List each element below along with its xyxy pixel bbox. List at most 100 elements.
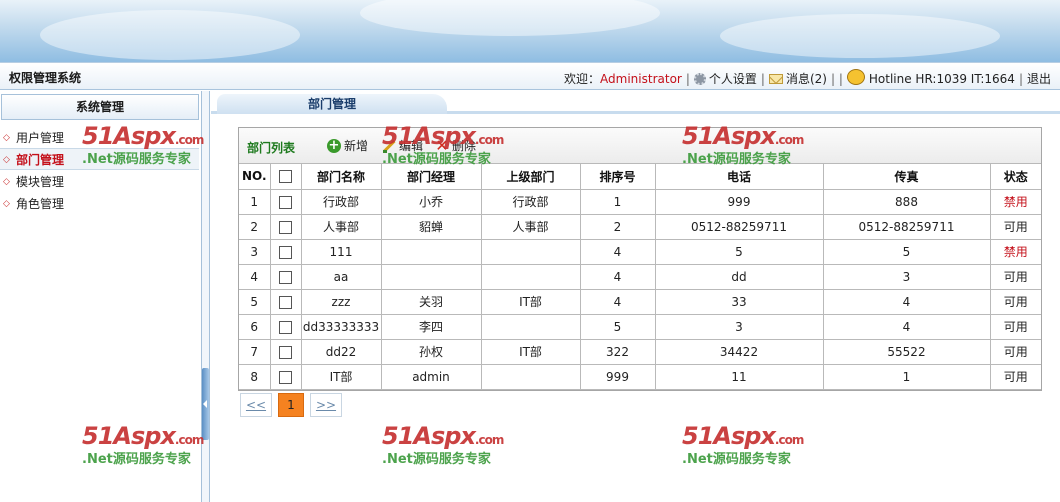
cell-manager: admin bbox=[380, 363, 482, 390]
sidebar-heading: 系统管理 bbox=[1, 94, 199, 120]
cell-phone: 0512-88259711 bbox=[654, 213, 824, 240]
cell-status: 可用 bbox=[989, 338, 1041, 365]
next-page-button[interactable]: >> bbox=[310, 393, 342, 417]
cell-phone: dd bbox=[654, 263, 824, 290]
col-header-status: 状态 bbox=[989, 164, 1041, 190]
watermark-logo: 51Aspx bbox=[382, 422, 476, 450]
sidebar-item-modules[interactable]: 模块管理 bbox=[0, 171, 199, 193]
cell-order: 1 bbox=[579, 188, 656, 215]
select-all-checkbox[interactable] bbox=[279, 170, 292, 184]
separator: | | bbox=[830, 71, 843, 86]
prev-page-button[interactable]: << bbox=[240, 393, 272, 417]
col-header-fax: 传真 bbox=[822, 164, 991, 190]
cell-manager bbox=[380, 238, 482, 265]
page-1-button[interactable]: 1 bbox=[278, 393, 304, 417]
table-row[interactable]: 7 dd22 孙权 IT部 322 34422 55522 可用 bbox=[239, 338, 1041, 365]
cell-fax: 4 bbox=[822, 288, 991, 315]
sidebar-item-roles[interactable]: 角色管理 bbox=[0, 193, 199, 215]
cell-no: 7 bbox=[239, 338, 271, 365]
cell-name: 行政部 bbox=[300, 188, 382, 215]
settings-link[interactable]: 个人设置 bbox=[709, 70, 757, 87]
cell-parent: 行政部 bbox=[480, 188, 581, 215]
hotline-text: Hotline HR:1039 IT:1664 bbox=[868, 71, 1015, 86]
cell-status: 可用 bbox=[989, 288, 1041, 315]
cell-name: IT部 bbox=[300, 363, 382, 390]
table-row[interactable]: 8 IT部 admin 999 11 1 可用 bbox=[239, 363, 1041, 390]
welcome-label: 欢迎： bbox=[564, 72, 601, 86]
cell-phone: 33 bbox=[654, 288, 824, 315]
cell-parent bbox=[480, 313, 581, 340]
collapse-sidebar-handle[interactable] bbox=[202, 368, 209, 440]
cell-name: 111 bbox=[300, 238, 382, 265]
cell-status: 可用 bbox=[989, 363, 1041, 390]
user-bar: 欢迎： Administrator | 个人设置 | 消息(2) | | Hot… bbox=[564, 68, 1051, 87]
cell-manager: 关羽 bbox=[380, 288, 482, 315]
cell-fax: 1 bbox=[822, 363, 991, 390]
grid-toolbar: 部门列表 + 新增 编辑 ✕ 删除 bbox=[239, 128, 1041, 164]
tab-departments[interactable]: 部门管理 bbox=[217, 94, 447, 114]
table-row[interactable]: 5 zzz 关羽 IT部 4 33 4 可用 bbox=[239, 288, 1041, 315]
cell-no: 6 bbox=[239, 313, 271, 340]
table-row[interactable]: 3 111 4 5 5 禁用 bbox=[239, 238, 1041, 265]
messages-link[interactable]: 消息(2) bbox=[786, 70, 827, 87]
cell-status: 可用 bbox=[989, 313, 1041, 340]
separator: | bbox=[760, 71, 765, 86]
table-row[interactable]: 2 人事部 貂蝉 人事部 2 0512-88259711 0512-88259711 可用 bbox=[239, 213, 1041, 240]
cell-select bbox=[269, 263, 302, 290]
sidebar-item-departments[interactable]: 部门管理 bbox=[0, 148, 199, 171]
row-checkbox[interactable] bbox=[279, 245, 292, 259]
row-checkbox[interactable] bbox=[279, 195, 292, 209]
row-checkbox[interactable] bbox=[279, 345, 292, 359]
row-checkbox[interactable] bbox=[279, 220, 292, 234]
row-checkbox[interactable] bbox=[279, 320, 292, 334]
col-header-phone: 电话 bbox=[654, 164, 824, 190]
col-header-no: NO. bbox=[239, 164, 271, 190]
cell-select bbox=[269, 363, 302, 390]
cell-order: 999 bbox=[579, 363, 656, 390]
watermark-slogan: .Net源码服务专家 bbox=[382, 452, 491, 467]
cell-order: 4 bbox=[579, 263, 656, 290]
logout-link[interactable]: 退出 bbox=[1027, 70, 1051, 87]
cell-status: 可用 bbox=[989, 213, 1041, 240]
watermark-domain: .com bbox=[774, 433, 804, 447]
edit-button[interactable]: 编辑 bbox=[382, 138, 423, 154]
cell-status: 可用 bbox=[989, 263, 1041, 290]
cell-name: dd33333333 bbox=[300, 313, 382, 340]
tab-strip: 部门管理 bbox=[211, 92, 1060, 114]
sidebar: 系统管理 用户管理 部门管理 模块管理 角色管理 bbox=[0, 91, 201, 502]
add-button[interactable]: + 新增 bbox=[327, 138, 368, 154]
cell-name: 人事部 bbox=[300, 213, 382, 240]
cell-parent: IT部 bbox=[480, 288, 581, 315]
cell-select bbox=[269, 188, 302, 215]
row-checkbox[interactable] bbox=[279, 295, 292, 309]
col-header-name: 部门名称 bbox=[300, 164, 382, 190]
cell-name: zzz bbox=[300, 288, 382, 315]
delete-button[interactable]: ✕ 删除 bbox=[435, 138, 476, 154]
department-grid: 部门列表 + 新增 编辑 ✕ 删除 NO. 部门名称 部门经理 上级部门 排序号 bbox=[238, 127, 1042, 391]
department-table: NO. 部门名称 部门经理 上级部门 排序号 电话 传真 状态 1 行政部 小乔 行政… bbox=[239, 164, 1041, 390]
table-row[interactable]: 1 行政部 小乔 行政部 1 999 888 禁用 bbox=[239, 188, 1041, 215]
cell-no: 5 bbox=[239, 288, 271, 315]
sidebar-splitter[interactable] bbox=[201, 91, 210, 502]
cell-phone: 999 bbox=[654, 188, 824, 215]
table-row[interactable]: 4 aa 4 dd 3 可用 bbox=[239, 263, 1041, 290]
sidebar-item-users[interactable]: 用户管理 bbox=[0, 127, 199, 149]
delete-label: 删除 bbox=[452, 139, 477, 153]
cell-no: 8 bbox=[239, 363, 271, 390]
app-title: 权限管理系统 bbox=[9, 71, 82, 85]
pager: << 1 >> bbox=[240, 393, 342, 417]
cell-parent bbox=[480, 263, 581, 290]
cell-fax: 55522 bbox=[822, 338, 991, 365]
row-checkbox[interactable] bbox=[279, 370, 292, 384]
col-header-manager: 部门经理 bbox=[380, 164, 482, 190]
row-checkbox[interactable] bbox=[279, 270, 292, 284]
table-row[interactable]: 6 dd33333333 李四 5 3 4 可用 bbox=[239, 313, 1041, 340]
cell-parent: IT部 bbox=[480, 338, 581, 365]
cell-fax: 0512-88259711 bbox=[822, 213, 991, 240]
cell-order: 4 bbox=[579, 238, 656, 265]
table-header-row: NO. 部门名称 部门经理 上级部门 排序号 电话 传真 状态 bbox=[239, 164, 1041, 190]
edit-label: 编辑 bbox=[399, 139, 424, 153]
add-label: 新增 bbox=[344, 139, 369, 153]
cell-no: 1 bbox=[239, 188, 271, 215]
watermark-slogan: .Net源码服务专家 bbox=[682, 452, 791, 467]
